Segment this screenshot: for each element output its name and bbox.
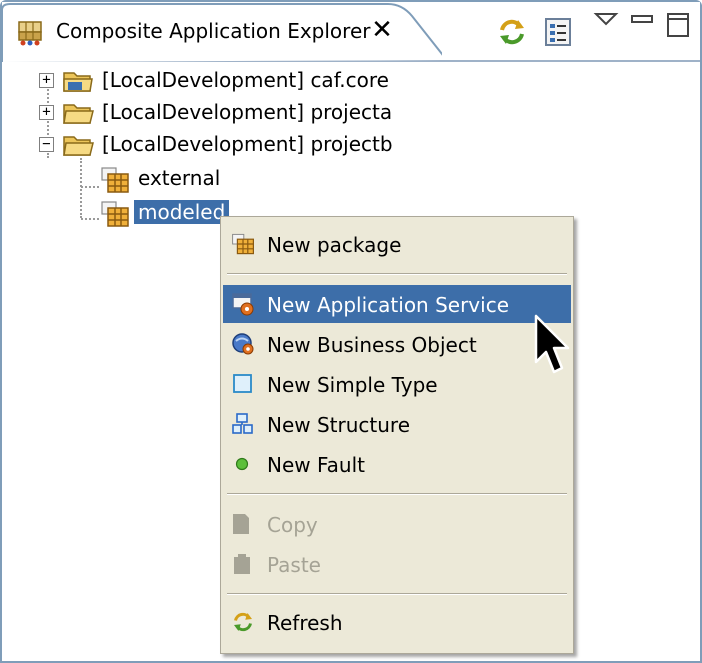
menu-item-new-structure[interactable]: New Structure [223, 405, 571, 443]
menu-item-new-package[interactable]: New package [223, 225, 571, 263]
menu-separator [227, 273, 567, 275]
copy-icon [231, 512, 255, 536]
tree-item-external[interactable]: external [2, 162, 262, 196]
maximize-icon[interactable] [662, 8, 694, 40]
menu-item-label: Copy [267, 513, 318, 537]
folder-open-icon [62, 131, 94, 163]
package-icon [100, 166, 130, 198]
menu-item-new-simple-type[interactable]: New Simple Type [223, 365, 571, 403]
mouse-cursor-icon [532, 314, 572, 378]
menu-item-label: New package [267, 233, 402, 257]
business-object-icon [231, 332, 255, 356]
composite-app-icon [16, 16, 46, 46]
menu-item-new-fault[interactable]: New Fault [223, 445, 571, 483]
package-icon [100, 200, 130, 232]
sync-icon[interactable] [496, 16, 528, 48]
tree-item-label: [LocalDevelopment] projectb [102, 132, 393, 156]
link-with-editor-icon[interactable] [542, 16, 574, 48]
expand-toggle[interactable]: + [39, 73, 54, 88]
collapse-toggle[interactable]: − [39, 137, 54, 152]
menu-item-new-business-object[interactable]: New Business Object [223, 325, 571, 363]
package-icon [231, 232, 255, 256]
folder-icon [62, 99, 94, 131]
simple-type-icon [231, 372, 255, 396]
tree-item-label: [LocalDevelopment] projecta [102, 100, 393, 124]
tree-item-label: [LocalDevelopment] caf.core [102, 68, 389, 92]
menu-separator [227, 493, 567, 495]
menu-item-label: New Application Service [267, 293, 510, 317]
menu-item-label: New Simple Type [267, 373, 438, 397]
menu-item-label: New Fault [267, 453, 365, 477]
context-menu: New package New Application Service New … [220, 216, 574, 654]
expand-toggle[interactable]: + [39, 105, 54, 120]
tree-item-label-selected: modeled [132, 199, 231, 225]
view-title: Composite Application Explorer [56, 19, 371, 43]
view-menu-icon[interactable] [590, 8, 622, 40]
view-tab[interactable]: Composite Application Explorer ✕ [2, 2, 442, 62]
close-icon[interactable]: ✕ [368, 14, 396, 46]
menu-item-label: Paste [267, 553, 321, 577]
tree-item-label: external [138, 166, 221, 190]
menu-item-label: New Business Object [267, 333, 477, 357]
view-titlebar: Composite Application Explorer ✕ [2, 2, 700, 62]
menu-item-new-application-service[interactable]: New Application Service [223, 285, 571, 323]
application-service-icon [231, 292, 255, 316]
menu-item-refresh[interactable]: Refresh [223, 603, 571, 641]
menu-separator [227, 593, 567, 595]
menu-item-label: Refresh [267, 611, 343, 635]
menu-item-label: New Structure [267, 413, 411, 437]
project-folder-icon [62, 67, 94, 99]
tree-item-projecta[interactable]: + [LocalDevelopment] projecta [2, 96, 422, 130]
minimize-icon[interactable] [626, 8, 658, 40]
tree-item-caf-core[interactable]: + [LocalDevelopment] caf.core [2, 64, 422, 98]
composite-application-explorer-view: Composite Application Explorer ✕ + [Loca… [0, 0, 702, 663]
paste-icon [231, 552, 255, 576]
menu-item-paste: Paste [223, 545, 571, 583]
structure-icon [231, 412, 255, 436]
refresh-icon [231, 610, 255, 634]
menu-item-copy: Copy [223, 505, 571, 543]
fault-icon [231, 452, 255, 476]
tree-item-projectb[interactable]: − [LocalDevelopment] projectb [2, 128, 422, 162]
